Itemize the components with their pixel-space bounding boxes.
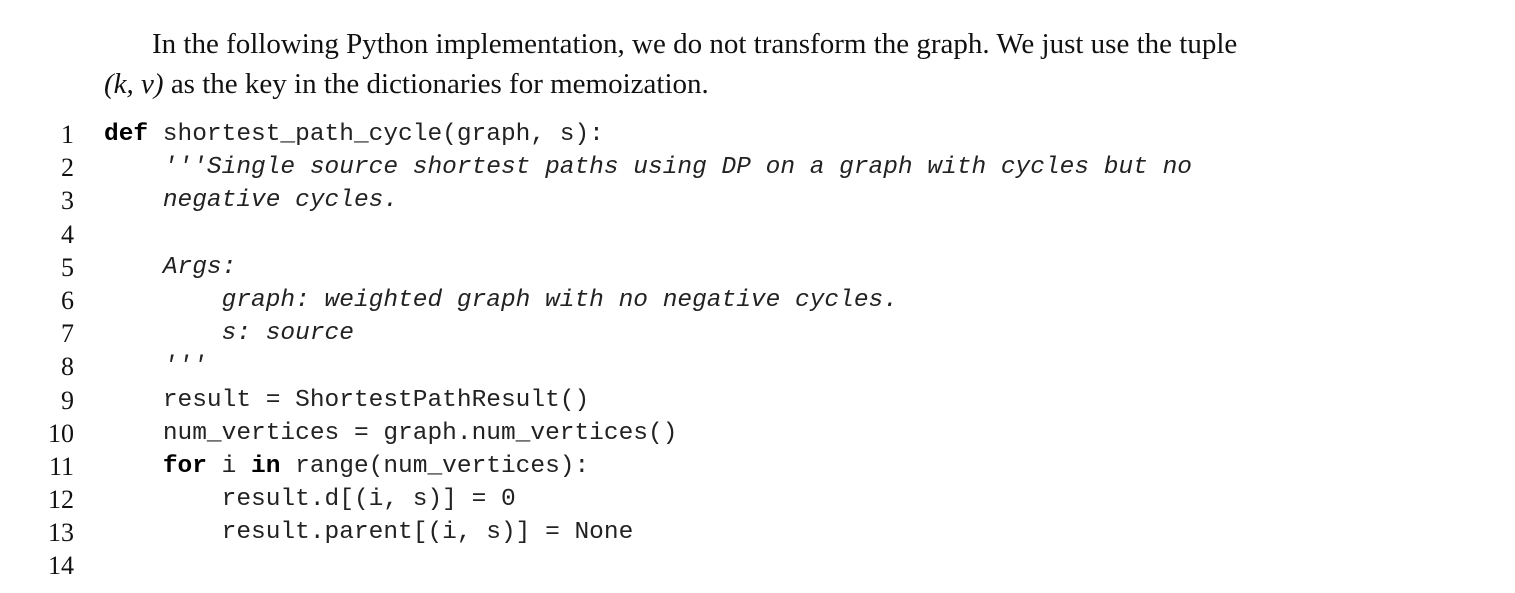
code-line: 3 negative cycles. [0, 184, 1515, 217]
code-line: 9 result = ShortestPathResult() [0, 384, 1515, 417]
keyword: for [162, 452, 207, 480]
code-fragment: shortest_path_cycle(graph, s): [148, 121, 604, 148]
code-line: 13 result.parent[(i, s)] = None [0, 516, 1515, 549]
code-text: Args: [104, 251, 237, 284]
line-number: 14 [48, 551, 74, 581]
code-line: 12 result.d[(i, s)] = 0 [0, 483, 1515, 516]
code-text: for i in range(num_vertices): [104, 450, 589, 483]
line-number: 1 [61, 120, 74, 149]
intro-line-2: (k, v) as the key in the dictionaries fo… [104, 64, 1484, 104]
code-text: graph: weighted graph with no negative c… [104, 284, 898, 317]
code-text: def shortest_path_cycle(graph, s): [104, 118, 604, 151]
code-fragment: result = ShortestPathResult() [162, 386, 590, 414]
line-number: 10 [48, 418, 74, 448]
intro-line-2-text: as the key in the dictionaries for memoi… [163, 68, 709, 100]
intro-paragraph: In the following Python implementation, … [104, 24, 1484, 104]
code-line: 8 ''' [0, 350, 1515, 383]
code-listing: 1 def shortest_path_cycle(graph, s): 2 '''… [0, 118, 1515, 583]
line-number: 12 [48, 485, 74, 515]
code-fragment: i [206, 452, 252, 480]
code-fragment: num_vertices = graph.num_vertices() [162, 419, 678, 447]
line-number: 6 [61, 285, 74, 315]
line-number: 4 [61, 219, 74, 249]
line-number: 2 [61, 153, 74, 183]
intro-math-tuple: (k, v) [104, 68, 164, 100]
code-line: 7 s: source [0, 317, 1515, 350]
code-text: '''Single source shortest paths using DP… [104, 151, 1192, 184]
code-line: 6 graph: weighted graph with no negative… [0, 284, 1515, 317]
code-text: ''' [104, 350, 207, 383]
keyword: in [251, 452, 281, 480]
code-text: s: source [104, 317, 354, 350]
code-fragment: graph: weighted graph with no negative c… [221, 286, 898, 314]
line-number: 7 [61, 319, 74, 349]
code-fragment: result.parent[(i, s)] = None [221, 519, 634, 547]
line-number: 5 [61, 252, 74, 282]
code-line: 2 '''Single source shortest paths using … [0, 151, 1515, 184]
code-text: result = ShortestPathResult() [104, 384, 589, 417]
intro-line-1: In the following Python implementation, … [152, 28, 1238, 60]
code-line: 10 num_vertices = graph.num_vertices() [0, 417, 1515, 450]
line-number: 3 [61, 186, 74, 216]
line-number: 8 [61, 352, 74, 382]
line-number: 11 [48, 451, 74, 481]
code-fragment: range(num_vertices): [280, 452, 590, 480]
code-text: negative cycles. [104, 184, 398, 217]
line-number: 9 [61, 385, 74, 415]
code-line: 5 Args: [0, 251, 1515, 284]
code-line: 14 [0, 549, 1515, 582]
code-fragment: s: source [221, 320, 354, 348]
code-line: 11 for i in range(num_vertices): [0, 450, 1515, 483]
line-number: 13 [48, 518, 74, 548]
keyword: def [104, 121, 149, 148]
code-text: num_vertices = graph.num_vertices() [104, 417, 678, 450]
code-text: result.d[(i, s)] = 0 [104, 483, 516, 516]
code-text: result.parent[(i, s)] = None [104, 516, 634, 549]
code-line: 1 def shortest_path_cycle(graph, s): [0, 118, 1515, 151]
code-fragment: ''' [162, 353, 207, 381]
code-fragment: negative cycles. [162, 187, 399, 215]
code-fragment: '''Single source shortest paths using DP… [162, 154, 1192, 182]
code-fragment: result.d[(i, s)] = 0 [221, 486, 516, 514]
code-line: 4 [0, 218, 1515, 251]
code-fragment: Args: [162, 253, 237, 281]
